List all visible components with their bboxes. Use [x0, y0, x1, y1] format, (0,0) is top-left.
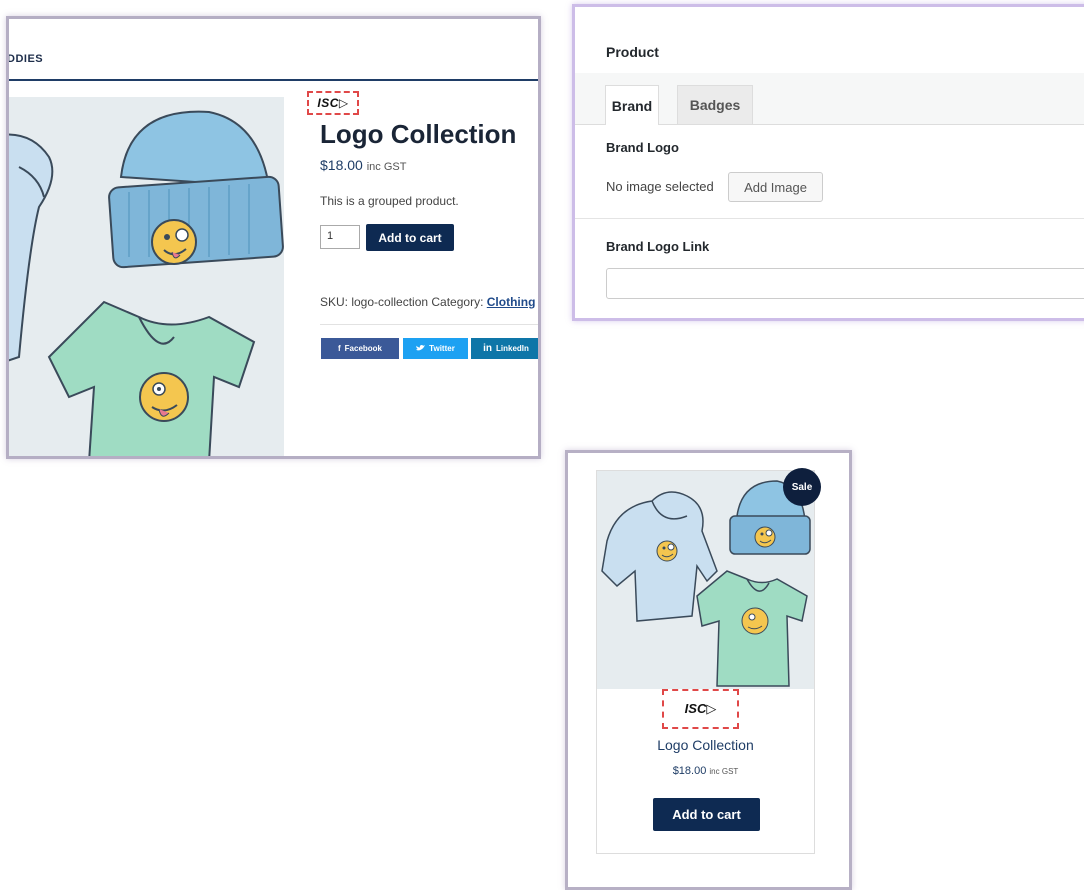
product-card-panel: Sale ISC▷ Logo Collection $18.00 inc GST… — [565, 450, 852, 890]
product-title: Logo Collection — [320, 119, 517, 149]
brand-logo-link-input[interactable] — [606, 268, 1084, 299]
tab-brand[interactable]: Brand — [605, 85, 659, 125]
add-to-cart-button[interactable]: Add to cart — [653, 798, 760, 831]
brand-logo: ISC▷ — [317, 96, 349, 110]
divider — [575, 218, 1084, 219]
brand-logo: ISC▷ — [684, 701, 717, 716]
category-link[interactable]: Clothing — [487, 295, 536, 309]
no-image-text: No image selected — [606, 179, 714, 194]
brand-logo-label: Brand Logo — [606, 140, 679, 155]
linkedin-label: LinkedIn — [496, 344, 529, 353]
price-amount: $18.00 — [672, 765, 707, 777]
sale-badge: Sale — [783, 468, 821, 506]
add-image-button[interactable]: Add Image — [728, 172, 823, 202]
clothing-illustration — [9, 110, 284, 456]
product-card[interactable]: Sale ISC▷ Logo Collection $18.00 inc GST… — [596, 468, 821, 854]
linkedin-share-button[interactable]: in LinkedIn — [471, 338, 538, 359]
facebook-icon: f — [337, 344, 341, 353]
metabox-tabs: Brand Badges — [575, 73, 1084, 125]
clothing-illustration — [601, 480, 811, 687]
tab-badges[interactable]: Badges — [677, 85, 753, 124]
add-to-cart-button[interactable]: Add to cart — [366, 224, 454, 251]
metabox-header: Product — [575, 7, 1084, 74]
nav-item-hoodies[interactable]: DDIES — [9, 53, 43, 65]
product-meta: SKU: logo-collection Category: Clothing — [320, 295, 535, 309]
product-card-title[interactable]: Logo Collection — [597, 737, 814, 753]
product-price: $18.00 inc GST — [320, 157, 406, 173]
price-amount: $18.00 — [320, 157, 363, 173]
divider — [320, 324, 538, 325]
product-image[interactable] — [9, 97, 284, 456]
brand-logo-link-label: Brand Logo Link — [606, 239, 710, 254]
twitter-share-button[interactable]: Twitter — [403, 338, 468, 359]
linkedin-icon: in — [483, 343, 492, 354]
facebook-label: Facebook — [344, 344, 382, 353]
product-page-panel: DDIES ISC▷ Logo Collection $18.00 inc GS… — [6, 16, 541, 459]
sku-text: SKU: logo-collection Category: — [320, 295, 484, 309]
brand-logo-highlight[interactable]: ISC▷ — [662, 689, 739, 729]
product-card-price: $18.00 inc GST — [597, 765, 814, 777]
admin-product-metabox: Product Brand Badges Brand Logo No image… — [572, 4, 1084, 321]
price-suffix: inc GST — [709, 767, 739, 776]
top-navigation: DDIES — [9, 19, 538, 81]
facebook-share-button[interactable]: f Facebook — [321, 338, 399, 359]
twitter-icon — [416, 344, 426, 354]
twitter-label: Twitter — [429, 344, 455, 353]
metabox-title: Product — [606, 44, 659, 60]
price-suffix: inc GST — [366, 161, 407, 173]
product-card-image[interactable] — [597, 471, 814, 689]
quantity-input[interactable]: 1 — [320, 225, 360, 249]
brand-logo-highlight[interactable]: ISC▷ — [307, 91, 359, 115]
product-description: This is a grouped product. — [320, 194, 459, 208]
